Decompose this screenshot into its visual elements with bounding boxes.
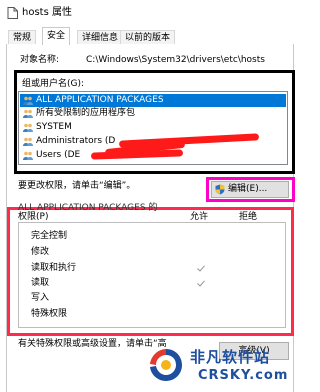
permission-special: 特殊权限 <box>31 309 68 319</box>
list-item-label: ALL APPLICATION PACKAGES <box>36 95 164 105</box>
group-icon <box>23 137 33 146</box>
tab-details[interactable]: 详细信息 <box>77 30 124 44</box>
tab-security[interactable]: 安全 <box>42 27 71 45</box>
permission-read-execute: 读取和执行 <box>31 263 77 273</box>
permission-modify: 修改 <box>31 247 50 257</box>
group-icon <box>23 109 33 118</box>
window-title: hosts 属性 <box>22 7 72 18</box>
list-item-label: Users (DE <box>36 150 81 160</box>
list-item-label: 所有受限制的应用程序包 <box>36 108 136 118</box>
crsky-logo-icon <box>150 349 182 381</box>
check-icon <box>197 280 205 287</box>
permission-full-control: 完全控制 <box>31 231 68 241</box>
edit-button-label: 编辑(E)... <box>228 184 268 194</box>
object-name-label: 对象名称: <box>20 55 60 65</box>
permissions-table: 完全控制 修改 读取和执行 读取 写入 特殊权限 <box>18 222 286 328</box>
tab-general[interactable]: 常规 <box>8 30 37 44</box>
object-name-value: C:\Windows\System32\drivers\etc\hosts <box>86 55 265 65</box>
edit-button[interactable]: 编辑(E)... <box>211 181 289 198</box>
advanced-settings-hint: 有关特殊权限或高级设置，请单击“高 <box>18 339 167 349</box>
document-icon <box>7 7 18 19</box>
tab-previous-versions[interactable]: 以前的版本 <box>120 30 176 44</box>
group-icon <box>23 96 33 105</box>
group-icon <box>23 123 33 132</box>
watermark-name: 非凡软件站 <box>190 348 271 366</box>
check-icon <box>197 265 205 272</box>
list-item-label: Administrators (D <box>36 136 116 146</box>
uac-shield-icon <box>215 184 225 195</box>
title-bar: hosts 属性 <box>0 0 300 26</box>
list-item-system[interactable]: SYSTEM <box>20 121 286 134</box>
list-item-restricted-packages[interactable]: 所有受限制的应用程序包 <box>20 107 286 120</box>
groups-label: 组或用户名(G): <box>22 79 85 89</box>
edit-prompt: 要更改权限，请单击“编辑”。 <box>18 181 136 191</box>
watermark-url: CRSKY.com <box>198 368 289 383</box>
group-icon <box>23 151 33 160</box>
groups-listbox[interactable]: ALL APPLICATION PACKAGES 所有受限制的应用程序包 SYS… <box>18 91 288 165</box>
list-item-label: SYSTEM <box>36 122 72 132</box>
permission-write: 写入 <box>31 293 50 303</box>
list-item-all-application-packages[interactable]: ALL APPLICATION PACKAGES <box>20 94 286 107</box>
permission-read: 读取 <box>31 278 50 288</box>
